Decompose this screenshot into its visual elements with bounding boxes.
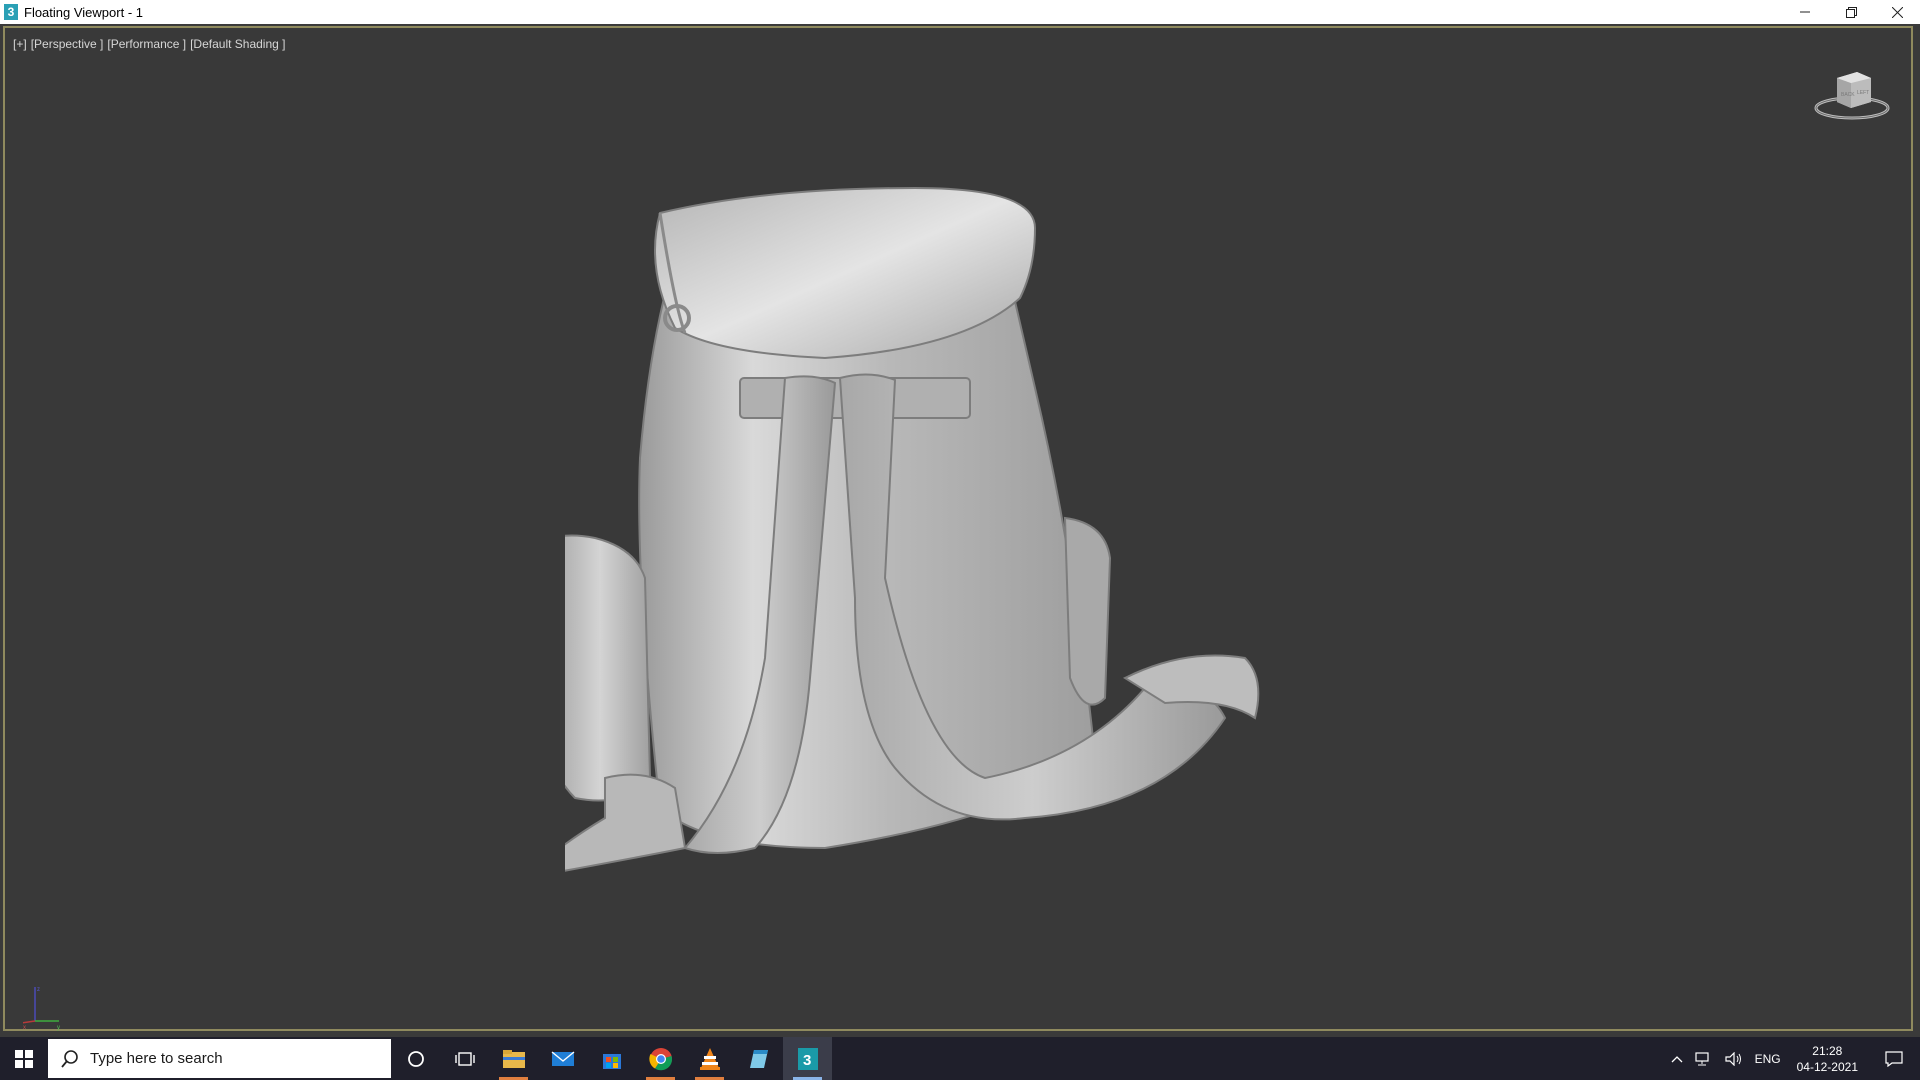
- cortana-icon: [407, 1050, 424, 1067]
- notepad-icon: [749, 1049, 768, 1068]
- window-controls: [1782, 0, 1920, 24]
- windows-icon: [15, 1049, 33, 1068]
- vlc-icon: [699, 1047, 720, 1070]
- title-bar: 3 Floating Viewport - 1: [0, 0, 1920, 25]
- axis-x-label: x: [23, 1025, 26, 1031]
- clock-date: 04-12-2021: [1796, 1059, 1858, 1074]
- svg-text:3: 3: [803, 1052, 811, 1069]
- 3dsmax-app-icon[interactable]: 3: [4, 4, 18, 20]
- viewport-point-of-view-menu[interactable]: [Perspective ]: [31, 37, 104, 51]
- clock-time: 21:28: [1812, 1043, 1843, 1058]
- file-explorer-icon: [502, 1049, 525, 1068]
- minimize-icon: [1800, 11, 1810, 13]
- 3dsmax-icon: 3: [797, 1047, 818, 1070]
- window-title: Floating Viewport - 1: [24, 4, 143, 20]
- floating-viewport[interactable]: [+] [Perspective ] [Performance ] [Defau…: [0, 24, 1920, 1037]
- search-placeholder: Type here to search: [90, 1050, 223, 1067]
- close-button[interactable]: [1874, 0, 1920, 24]
- viewport-frame[interactable]: [+] [Perspective ] [Performance ] [Defau…: [3, 26, 1913, 1031]
- vlc-button[interactable]: [685, 1037, 734, 1080]
- task-view-icon: [454, 1051, 475, 1066]
- restore-button[interactable]: [1828, 0, 1874, 24]
- axis-y-label: y: [57, 1025, 60, 1031]
- axis-z-label: z: [37, 987, 40, 993]
- network-icon: [1694, 1051, 1709, 1065]
- volume-button[interactable]: [1719, 1037, 1749, 1080]
- axis-tripod-icon: z y x: [23, 987, 60, 1031]
- backpack-model[interactable]: [565, 158, 1265, 958]
- clock[interactable]: 21:28 04-12-2021: [1787, 1037, 1868, 1080]
- store-icon: [602, 1053, 621, 1069]
- viewport-general-menu[interactable]: [+]: [13, 37, 27, 51]
- task-view-button[interactable]: [440, 1037, 489, 1080]
- viewport-performance-menu[interactable]: [Performance ]: [107, 37, 186, 51]
- language-indicator[interactable]: ENG: [1749, 1037, 1787, 1080]
- mail-button[interactable]: [538, 1037, 587, 1080]
- start-button[interactable]: [0, 1037, 48, 1080]
- viewcube-face-back: BACK: [1841, 92, 1855, 98]
- store-button[interactable]: [587, 1037, 636, 1080]
- viewcube-icon[interactable]: BACK LEFT: [1813, 66, 1891, 124]
- taskbar-search-box[interactable]: Type here to search: [48, 1039, 391, 1078]
- notification-icon: [1885, 1050, 1903, 1067]
- volume-icon: [1724, 1051, 1741, 1066]
- chrome-button[interactable]: [636, 1037, 685, 1080]
- cortana-button[interactable]: [391, 1037, 440, 1080]
- viewcube-face-left: LEFT: [1857, 90, 1869, 96]
- tray-overflow-button[interactable]: [1665, 1037, 1689, 1080]
- viewport-label-menu: [+] [Perspective ] [Performance ] [Defau…: [13, 37, 286, 51]
- viewport-shading-menu[interactable]: [Default Shading ]: [190, 37, 285, 51]
- mail-icon: [551, 1050, 574, 1066]
- notepad-button[interactable]: [734, 1037, 783, 1080]
- chrome-icon: [648, 1047, 672, 1070]
- action-center-button[interactable]: [1868, 1037, 1920, 1080]
- chevron-up-icon: [1671, 1055, 1683, 1062]
- search-icon: [61, 1049, 78, 1068]
- restore-icon: [1845, 6, 1857, 18]
- file-explorer-button[interactable]: [489, 1037, 538, 1080]
- close-icon: [1891, 6, 1903, 18]
- network-button[interactable]: [1689, 1037, 1719, 1080]
- minimize-button[interactable]: [1782, 0, 1828, 24]
- taskbar: Type here to search 3 ENG 21:28 04-12-20…: [0, 1037, 1920, 1080]
- system-tray: ENG 21:28 04-12-2021: [1665, 1037, 1920, 1080]
- 3dsmax-button[interactable]: 3: [783, 1037, 832, 1080]
